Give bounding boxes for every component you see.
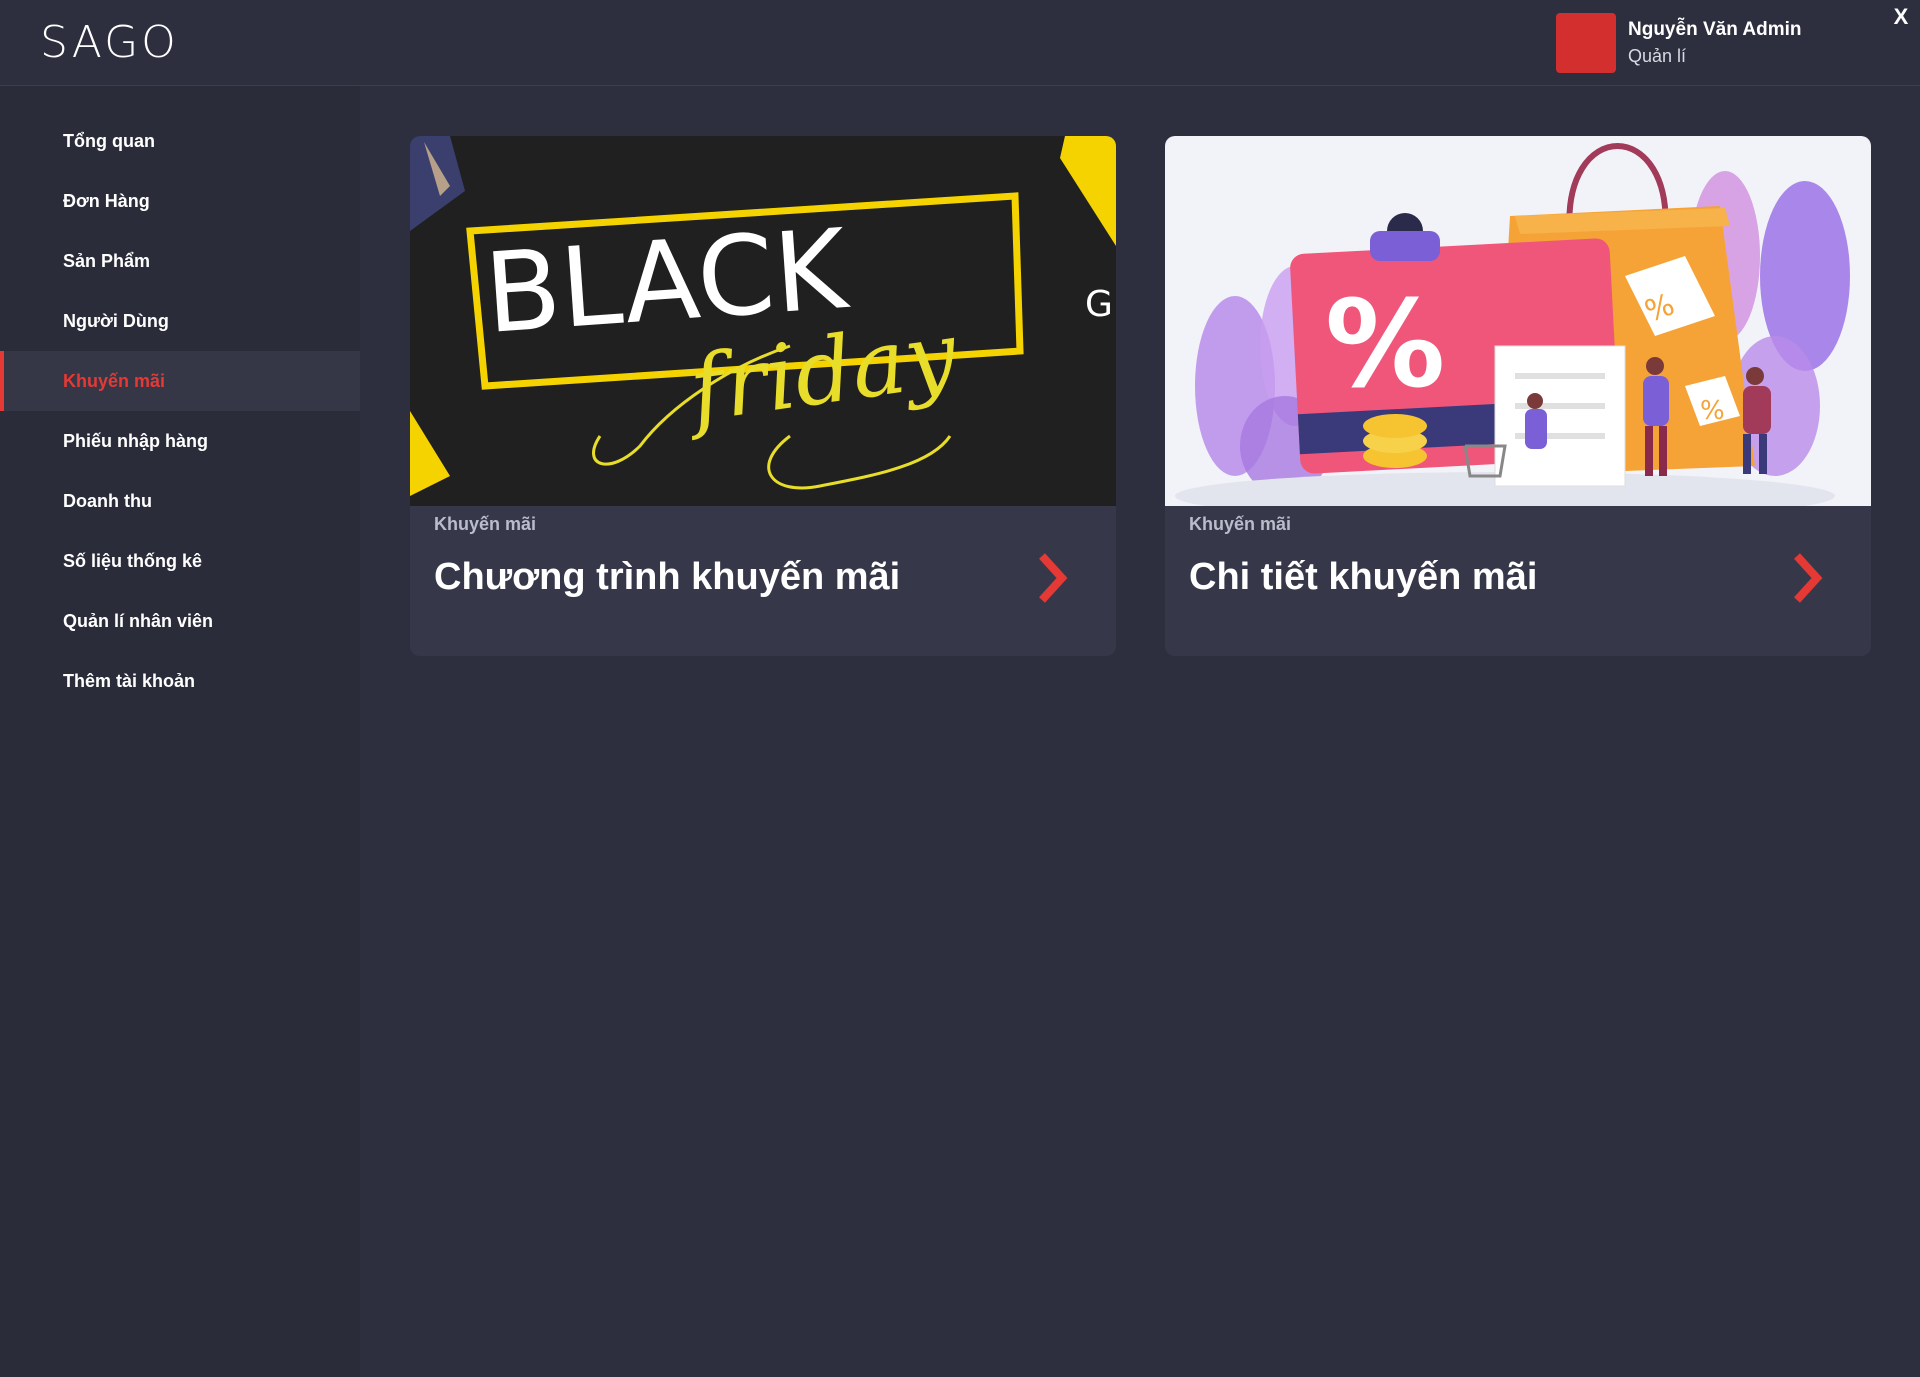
banner-partial-text: G bbox=[1085, 284, 1113, 325]
card-title: Chi tiết khuyến mãi bbox=[1189, 556, 1538, 598]
promo-program-card[interactable]: BLACK friday G Khuyến mãi Chương trình k… bbox=[410, 136, 1116, 656]
sidebar-item-san-pham[interactable]: Sản Phẩm bbox=[0, 231, 360, 291]
top-bar: SAGO Nguyễn Văn Admin Quản lí X bbox=[0, 0, 1920, 86]
sidebar-item-don-hang[interactable]: Đơn Hàng bbox=[0, 171, 360, 231]
sidebar-item-khuyen-mai[interactable]: Khuyến mãi bbox=[0, 351, 360, 411]
sidebar-nav: Tổng quan Đơn Hàng Sản Phẩm Người Dùng K… bbox=[0, 86, 360, 711]
user-name: Nguyễn Văn Admin bbox=[1628, 19, 1802, 40]
chevron-right-icon[interactable] bbox=[1787, 548, 1827, 608]
close-button[interactable]: X bbox=[1890, 4, 1912, 30]
black-friday-banner: BLACK friday G bbox=[410, 136, 1116, 506]
card-category: Khuyến mãi bbox=[434, 514, 537, 534]
sago-logo[interactable]: SAGO bbox=[40, 18, 179, 68]
sidebar: Tổng quan Đơn Hàng Sản Phẩm Người Dùng K… bbox=[0, 86, 360, 1377]
sidebar-item-so-lieu-thong-ke[interactable]: Số liệu thống kê bbox=[0, 531, 360, 591]
sidebar-item-nguoi-dung[interactable]: Người Dùng bbox=[0, 291, 360, 351]
percent-badge: % bbox=[1325, 276, 1445, 415]
avatar[interactable] bbox=[1556, 13, 1616, 73]
sidebar-item-doanh-thu[interactable]: Doanh thu bbox=[0, 471, 360, 531]
shopping-sale-illustration: % % % bbox=[1165, 136, 1871, 506]
sidebar-item-them-tai-khoan[interactable]: Thêm tài khoản bbox=[0, 651, 360, 711]
svg-text:%: % bbox=[1700, 396, 1725, 426]
chevron-right-icon[interactable] bbox=[1032, 548, 1072, 608]
sidebar-item-quan-li-nhan-vien[interactable]: Quản lí nhân viên bbox=[0, 591, 360, 651]
user-profile[interactable]: Nguyễn Văn Admin Quản lí bbox=[1556, 12, 1801, 74]
card-category: Khuyến mãi bbox=[1189, 514, 1292, 534]
sidebar-item-phieu-nhap-hang[interactable]: Phiếu nhập hàng bbox=[0, 411, 360, 471]
sidebar-item-tong-quan[interactable]: Tổng quan bbox=[0, 111, 360, 171]
user-role: Quản lí bbox=[1628, 46, 1687, 66]
user-info: Nguyễn Văn Admin Quản lí bbox=[1628, 17, 1801, 69]
promo-detail-card[interactable]: % % % Khuyến mãi Chi tiết khuyến mãi bbox=[1165, 136, 1871, 656]
card-title: Chương trình khuyến mãi bbox=[434, 556, 901, 598]
